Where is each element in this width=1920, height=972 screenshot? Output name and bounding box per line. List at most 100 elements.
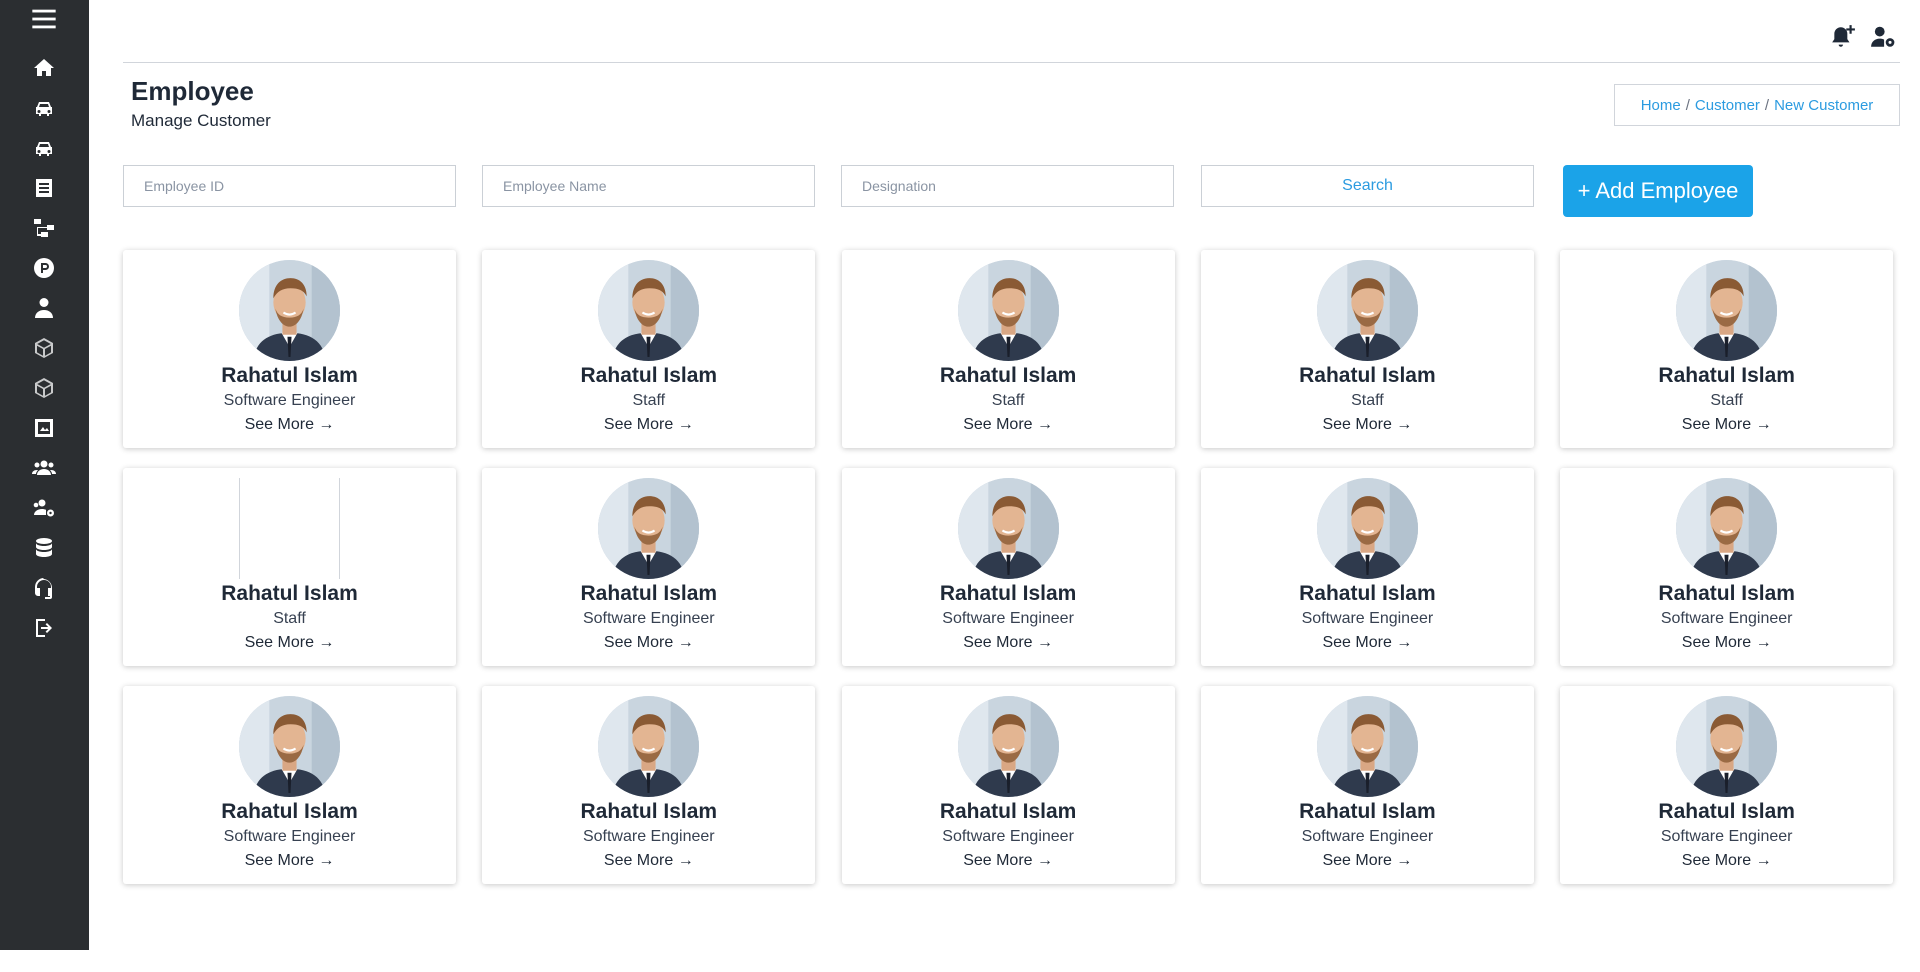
employee-avatar xyxy=(957,696,1059,797)
employee-card[interactable]: Rahatul Islam Software Engineer See More… xyxy=(1200,686,1534,884)
users-gear-icon[interactable] xyxy=(27,491,61,525)
employee-avatar xyxy=(598,696,700,797)
breadcrumb-current[interactable]: New Customer xyxy=(1774,97,1873,114)
page-title: Employee xyxy=(131,76,254,106)
sidebar xyxy=(0,0,89,950)
person-photo xyxy=(1316,478,1418,579)
person-photo xyxy=(598,478,700,579)
employee-name: Rahatul Islam xyxy=(221,582,358,605)
topbar-divider xyxy=(123,62,1900,63)
see-more-link[interactable]: See More → xyxy=(123,852,456,870)
employee-role: Staff xyxy=(1710,392,1743,409)
employee-card[interactable]: Rahatul Islam Staff See More → xyxy=(841,250,1175,448)
breadcrumb: Home / Customer / New Customer xyxy=(1614,84,1900,126)
employee-name: Rahatul Islam xyxy=(939,582,1077,605)
employee-name: Rahatul Islam xyxy=(580,582,718,605)
person-photo xyxy=(957,696,1059,797)
bell-plus-icon[interactable] xyxy=(1828,22,1858,52)
employee-id-input[interactable] xyxy=(123,165,456,207)
employee-role: Staff xyxy=(632,392,666,409)
cube-icon[interactable] xyxy=(27,371,61,405)
see-more-link[interactable]: See More → xyxy=(123,634,456,652)
employee-card[interactable]: Rahatul Islam Software Engineer See More… xyxy=(1560,686,1894,884)
employee-card[interactable]: Rahatul Islam Software Engineer See More… xyxy=(841,468,1175,666)
see-more-link[interactable]: See More → xyxy=(1560,852,1893,870)
employee-card[interactable]: Rahatul Islam Software Engineer See More… xyxy=(1200,468,1534,666)
users-icon[interactable] xyxy=(27,451,61,485)
employee-name: Rahatul Islam xyxy=(1658,582,1795,605)
employee-name: Rahatul Islam xyxy=(1658,364,1795,387)
employee-name-input[interactable] xyxy=(482,165,815,207)
employee-card[interactable]: Rahatul Islam Staff See More → xyxy=(1560,250,1894,448)
employee-card[interactable]: Rahatul Islam Staff See More → xyxy=(482,250,816,448)
see-more-link[interactable]: See More → xyxy=(123,416,456,434)
employee-card[interactable]: Rahatul Islam Software Engineer See More… xyxy=(1560,468,1894,666)
employee-role: Software Engineer xyxy=(1660,828,1793,845)
image-icon[interactable] xyxy=(27,411,61,445)
car-icon[interactable] xyxy=(27,131,61,165)
cube-icon[interactable] xyxy=(27,331,61,365)
employee-avatar xyxy=(239,260,340,361)
top-actions xyxy=(1828,22,1898,52)
search-button[interactable]: Search xyxy=(1201,165,1534,207)
see-more-link[interactable]: See More → xyxy=(842,634,1175,652)
employee-card[interactable]: Rahatul Islam Software Engineer See More… xyxy=(841,686,1175,884)
see-more-link[interactable]: See More → xyxy=(1201,416,1534,434)
person-photo xyxy=(1676,478,1778,579)
see-more-link[interactable]: See More → xyxy=(1201,634,1534,652)
headset-icon[interactable] xyxy=(27,571,61,605)
employee-avatar xyxy=(239,478,340,579)
employee-avatar xyxy=(1676,696,1778,797)
menu-icon[interactable] xyxy=(27,2,61,36)
employee-name: Rahatul Islam xyxy=(939,364,1077,387)
employee-role: Software Engineer xyxy=(582,828,715,845)
see-more-link[interactable]: See More → xyxy=(482,852,815,870)
employee-avatar xyxy=(957,478,1059,579)
employee-role: Software Engineer xyxy=(942,828,1074,845)
see-more-link[interactable]: See More → xyxy=(842,416,1175,434)
see-more-link[interactable]: See More → xyxy=(482,634,815,652)
add-employee-button[interactable]: + Add Employee xyxy=(1563,165,1753,217)
logout-icon[interactable] xyxy=(27,611,61,645)
home-icon[interactable] xyxy=(27,51,61,85)
employee-role: Software Engineer xyxy=(1660,610,1793,627)
database-icon[interactable] xyxy=(27,531,61,565)
see-more-link[interactable]: See More → xyxy=(842,852,1175,870)
designation-input[interactable] xyxy=(841,165,1174,207)
parking-icon[interactable] xyxy=(27,251,61,285)
page-subtitle: Manage Customer xyxy=(131,111,271,130)
employee-card[interactable]: Rahatul Islam Software Engineer See More… xyxy=(482,468,816,666)
employee-name: Rahatul Islam xyxy=(1299,800,1436,823)
car-icon[interactable] xyxy=(27,91,61,125)
breadcrumb-separator: / xyxy=(1764,96,1770,114)
employee-card[interactable]: Rahatul Islam Staff See More → xyxy=(123,468,456,666)
employee-card[interactable]: Rahatul Islam Software Engineer See More… xyxy=(123,686,456,884)
employee-name: Rahatul Islam xyxy=(580,800,718,823)
employee-card[interactable]: Rahatul Islam Software Engineer See More… xyxy=(123,250,456,448)
employee-avatar xyxy=(1316,696,1418,797)
employee-avatar xyxy=(598,260,700,361)
person-photo xyxy=(1316,260,1418,361)
person-photo xyxy=(598,260,700,361)
employee-role: Software Engineer xyxy=(942,610,1074,627)
user-tie-icon[interactable] xyxy=(27,291,61,325)
employee-avatar xyxy=(239,696,340,797)
user-gear-icon[interactable] xyxy=(1868,22,1898,52)
employee-name: Rahatul Islam xyxy=(939,800,1077,823)
see-more-link[interactable]: See More → xyxy=(482,416,815,434)
breadcrumb-separator: / xyxy=(1685,96,1690,114)
employee-avatar xyxy=(1676,478,1778,579)
see-more-link[interactable]: See More → xyxy=(1560,416,1893,434)
employee-avatar xyxy=(1316,260,1418,361)
employee-role: Staff xyxy=(991,392,1025,409)
employee-card[interactable]: Rahatul Islam Software Engineer See More… xyxy=(482,686,816,884)
network-icon[interactable] xyxy=(27,211,61,245)
employee-card[interactable]: Rahatul Islam Staff See More → xyxy=(1200,250,1534,448)
breadcrumb-home[interactable]: Home xyxy=(1641,97,1681,114)
employee-role: Staff xyxy=(1351,392,1384,409)
see-more-link[interactable]: See More → xyxy=(1560,634,1893,652)
employee-role: Software Engineer xyxy=(1301,828,1434,845)
see-more-link[interactable]: See More → xyxy=(1201,852,1534,870)
document-icon[interactable] xyxy=(27,171,61,205)
breadcrumb-customer[interactable]: Customer xyxy=(1695,97,1760,114)
